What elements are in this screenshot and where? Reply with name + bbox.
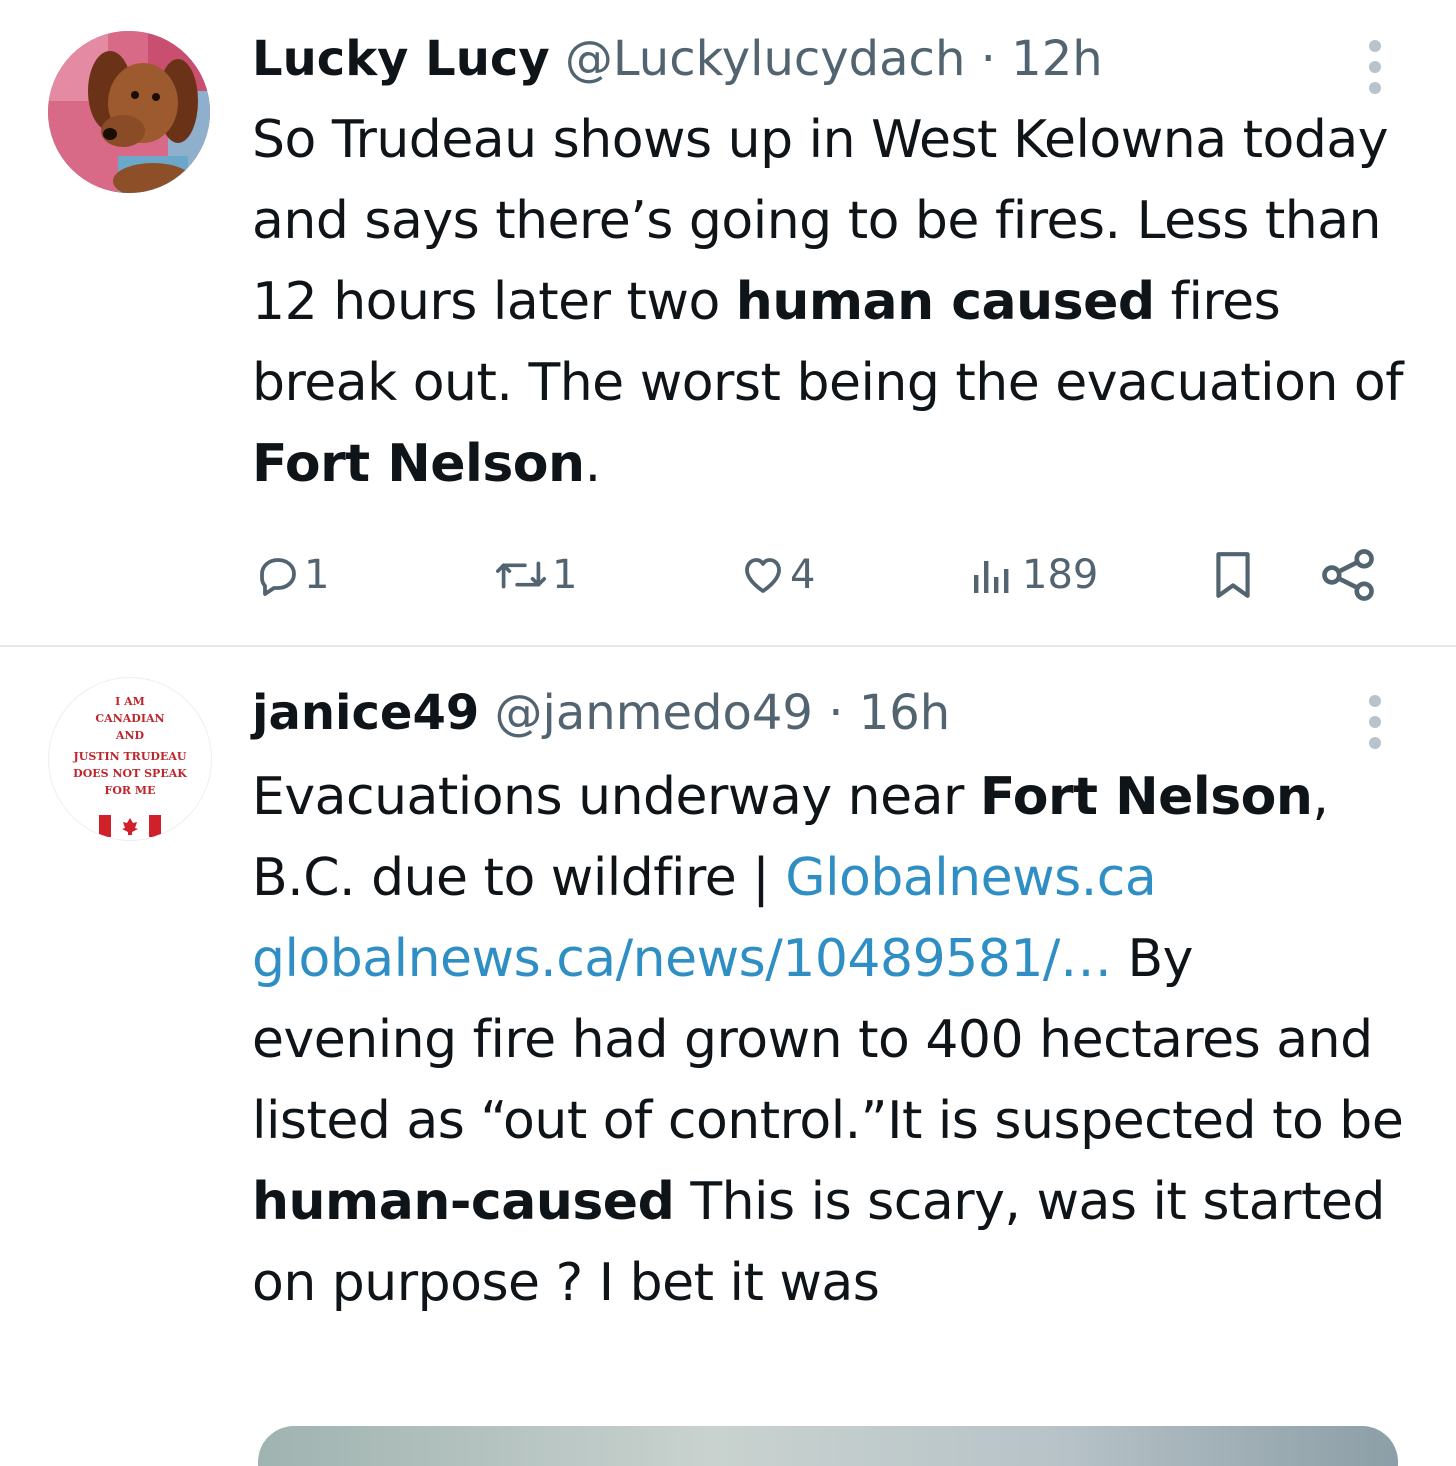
- share-button[interactable]: [1318, 540, 1378, 610]
- avatar-text-line: FOR ME: [105, 784, 156, 797]
- avatar-text-line: AND: [115, 729, 145, 742]
- tweet-text: So Trudeau shows up in West Kelowna toda…: [252, 100, 1412, 505]
- canada-flag-icon: [99, 815, 161, 837]
- avatar-text-line: JUSTIN TRUDEAU: [73, 750, 187, 763]
- tweet-actions: 1 1 4 189: [0, 540, 1456, 610]
- protest-sign-avatar-icon: I AM CANADIAN AND JUSTIN TRUDEAU DOES NO…: [73, 695, 187, 837]
- timestamp[interactable]: 16h: [859, 685, 951, 741]
- media-preview[interactable]: [258, 1426, 1398, 1466]
- avatar-text-line: DOES NOT SPEAK: [73, 767, 187, 780]
- avatar-lucky-lucy[interactable]: [48, 31, 210, 193]
- bold-text: Fort Nelson: [979, 767, 1313, 827]
- display-name[interactable]: Lucky Lucy: [252, 31, 550, 87]
- tweet-header: janice49 @janmedo49 · 16h: [252, 683, 950, 743]
- repost-icon: [495, 561, 547, 589]
- more-icon: [1369, 695, 1381, 707]
- reply-button[interactable]: 1: [254, 540, 329, 610]
- text-segment: .: [584, 434, 602, 494]
- like-button[interactable]: 4: [738, 540, 815, 610]
- more-icon-dot: [1369, 737, 1381, 749]
- tweet-1[interactable]: Lucky Lucy @Luckylucydach · 12h So Trude…: [0, 0, 1456, 645]
- timestamp[interactable]: 12h: [1011, 31, 1103, 87]
- more-options-button[interactable]: [1362, 695, 1388, 749]
- share-icon: [1322, 549, 1374, 601]
- more-icon: [1369, 40, 1381, 52]
- like-icon: [745, 558, 781, 593]
- more-options-button[interactable]: [1362, 40, 1388, 94]
- avatar-text-line: CANADIAN: [95, 712, 164, 725]
- reply-count: 1: [304, 552, 330, 598]
- avatar-janice49[interactable]: I AM CANADIAN AND JUSTIN TRUDEAU DOES NO…: [48, 677, 212, 841]
- separator-dot: ·: [980, 31, 996, 87]
- text-segment: Evacuations underway near: [252, 767, 980, 827]
- user-handle[interactable]: @Luckylucydach: [565, 31, 965, 87]
- repost-button[interactable]: 1: [492, 540, 577, 610]
- bookmark-button[interactable]: [1208, 540, 1258, 610]
- bold-text: human-caused: [252, 1172, 675, 1232]
- link-article-url[interactable]: globalnews.ca/news/10489581/…: [252, 929, 1112, 989]
- avatar-text-line: I AM: [115, 695, 145, 708]
- views-icon: [974, 561, 1009, 593]
- view-count: 189: [1022, 552, 1099, 598]
- user-handle[interactable]: @janmedo49: [495, 685, 813, 741]
- bold-text: human caused: [735, 272, 1155, 332]
- tweet-2[interactable]: I AM CANADIAN AND JUSTIN TRUDEAU DOES NO…: [0, 647, 1456, 1444]
- repost-count: 1: [552, 552, 578, 598]
- like-count: 4: [790, 552, 816, 598]
- dachshund-avatar-icon: [48, 31, 210, 193]
- tweet-text: Evacuations underway near Fort Nelson, B…: [252, 757, 1412, 1324]
- more-icon-dot: [1369, 716, 1381, 728]
- tweet-header: Lucky Lucy @Luckylucydach · 12h: [252, 29, 1103, 89]
- display-name[interactable]: janice49: [252, 685, 479, 741]
- views-button[interactable]: 189: [968, 540, 1098, 610]
- more-icon-dot: [1369, 82, 1381, 94]
- separator-dot: ·: [828, 685, 844, 741]
- reply-icon: [260, 558, 296, 596]
- more-icon-dot: [1369, 61, 1381, 73]
- bold-text: Fort Nelson: [252, 434, 585, 494]
- link-globalnews[interactable]: Globalnews.ca: [785, 848, 1156, 908]
- bookmark-icon: [1216, 552, 1250, 598]
